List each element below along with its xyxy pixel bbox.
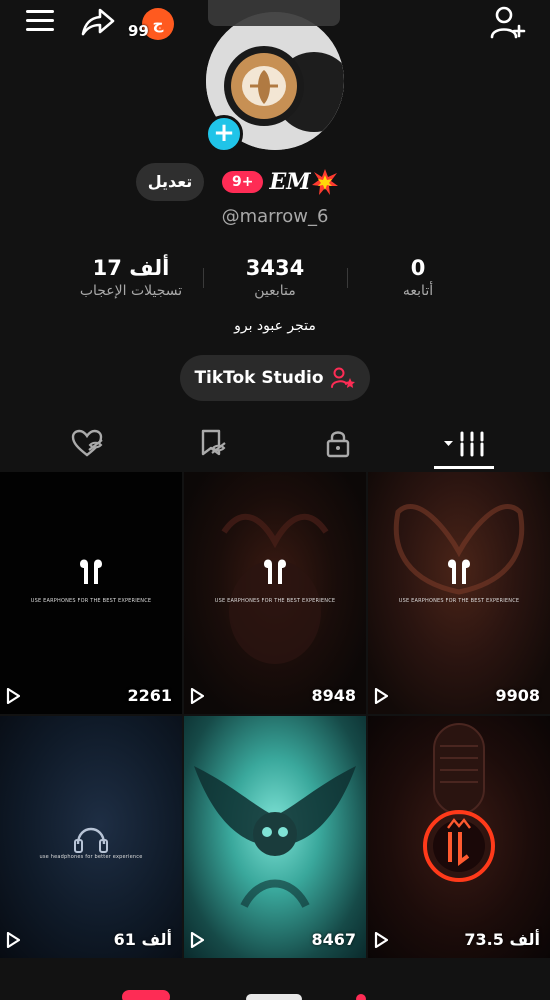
likes-count: 17 ألف (92, 256, 170, 280)
play-icon (190, 688, 204, 704)
menu-icon[interactable] (26, 10, 54, 34)
stat-divider (347, 268, 348, 288)
video-stats: 9908 (374, 686, 540, 706)
tooltip (208, 0, 340, 26)
studio-label: TikTok Studio (194, 368, 324, 388)
add-user-icon[interactable] (488, 4, 528, 42)
headphones-icon (74, 827, 108, 853)
create-button[interactable] (246, 994, 302, 1000)
followers-label: متابعين (254, 283, 296, 299)
tab-liked[interactable] (57, 418, 117, 468)
notification-count-badge[interactable]: 9+ (222, 171, 264, 193)
video-stats: 73.5 ألف (374, 930, 540, 950)
video-stats: 8467 (190, 930, 356, 950)
notification-count: 99 (128, 22, 149, 40)
bio: متجر عبود برو (234, 318, 316, 334)
video-tile[interactable]: USE EARPHONES FOR THE BEST EXPERIENCE 89… (184, 472, 366, 714)
earphones-icon (221, 513, 329, 664)
view-count: 9908 (495, 686, 540, 705)
video-tile[interactable]: 8467 (184, 716, 366, 958)
play-icon (374, 688, 388, 704)
view-count: 8467 (311, 930, 356, 949)
play-icon (190, 932, 204, 948)
grid-dropdown-icon (444, 431, 484, 457)
stat-divider (203, 268, 204, 288)
video-tile[interactable]: USE EARPHONES FOR THE BEST EXPERIENCE 22… (0, 472, 182, 714)
view-count: 8948 (311, 686, 356, 705)
bookmark-hidden-icon (201, 429, 226, 456)
view-count: 61 ألف (113, 930, 172, 949)
notification-badge[interactable]: ج 99 (128, 8, 174, 42)
following-count: 0 (410, 256, 426, 280)
username: @marrow_6 (221, 206, 329, 227)
play-icon (6, 932, 20, 948)
video-caption: USE EARPHONES FOR THE BEST EXPERIENCE (398, 598, 520, 604)
video-tile[interactable]: USE EARPHONES FOR THE BEST EXPERIENCE 99… (368, 472, 550, 714)
share-icon[interactable] (80, 6, 116, 38)
followers-stat[interactable]: 3434 متابعين (225, 255, 325, 301)
video-tile[interactable]: 73.5 ألف (368, 716, 550, 958)
notification-dot (356, 994, 366, 1000)
lock-icon (326, 431, 350, 458)
explosion-icon (311, 169, 338, 195)
likes-stat[interactable]: 17 ألف تسجيلات الإعجاب (70, 255, 192, 301)
video-stats: 61 ألف (6, 930, 172, 950)
video-caption: use headphones for better experience (39, 854, 143, 860)
person-star-icon (330, 367, 355, 388)
video-caption: USE EARPHONES FOR THE BEST EXPERIENCE (30, 598, 152, 604)
tab-videos[interactable] (434, 418, 494, 468)
content-tabs (0, 418, 550, 470)
likes-label: تسجيلات الإعجاب (79, 283, 183, 299)
tiktok-studio-button[interactable]: TikTok Studio (180, 355, 370, 401)
earphones-icon (80, 559, 102, 584)
bottom-nav (0, 960, 550, 1000)
tab-favorites[interactable] (183, 418, 243, 468)
display-name: EM (269, 169, 311, 195)
view-count: 73.5 ألف (464, 930, 540, 949)
edit-profile-button[interactable]: تعديل (136, 163, 204, 201)
earphones-icon (393, 504, 525, 595)
microphone-artwork (423, 723, 495, 882)
video-tile[interactable]: use headphones for better experience 61 … (0, 716, 182, 958)
tab-private[interactable] (308, 418, 368, 468)
video-caption: USE EARPHONES FOR THE BEST EXPERIENCE (214, 598, 336, 604)
following-stat[interactable]: 0 أتابعه (380, 255, 456, 301)
video-stats: 8948 (190, 686, 356, 706)
following-label: أتابعه (402, 283, 434, 299)
heart-hidden-icon (71, 429, 103, 457)
view-count: 2261 (127, 686, 172, 705)
skull-artwork (194, 766, 356, 909)
play-icon (6, 688, 20, 704)
name-row: 9+ EM (222, 167, 339, 197)
add-avatar-icon[interactable]: + (205, 115, 243, 153)
followers-count: 3434 (245, 256, 305, 280)
play-icon (374, 932, 388, 948)
active-tab-indicator (434, 466, 494, 469)
video-stats: 2261 (6, 686, 172, 706)
inbox-badge[interactable] (122, 990, 170, 1000)
